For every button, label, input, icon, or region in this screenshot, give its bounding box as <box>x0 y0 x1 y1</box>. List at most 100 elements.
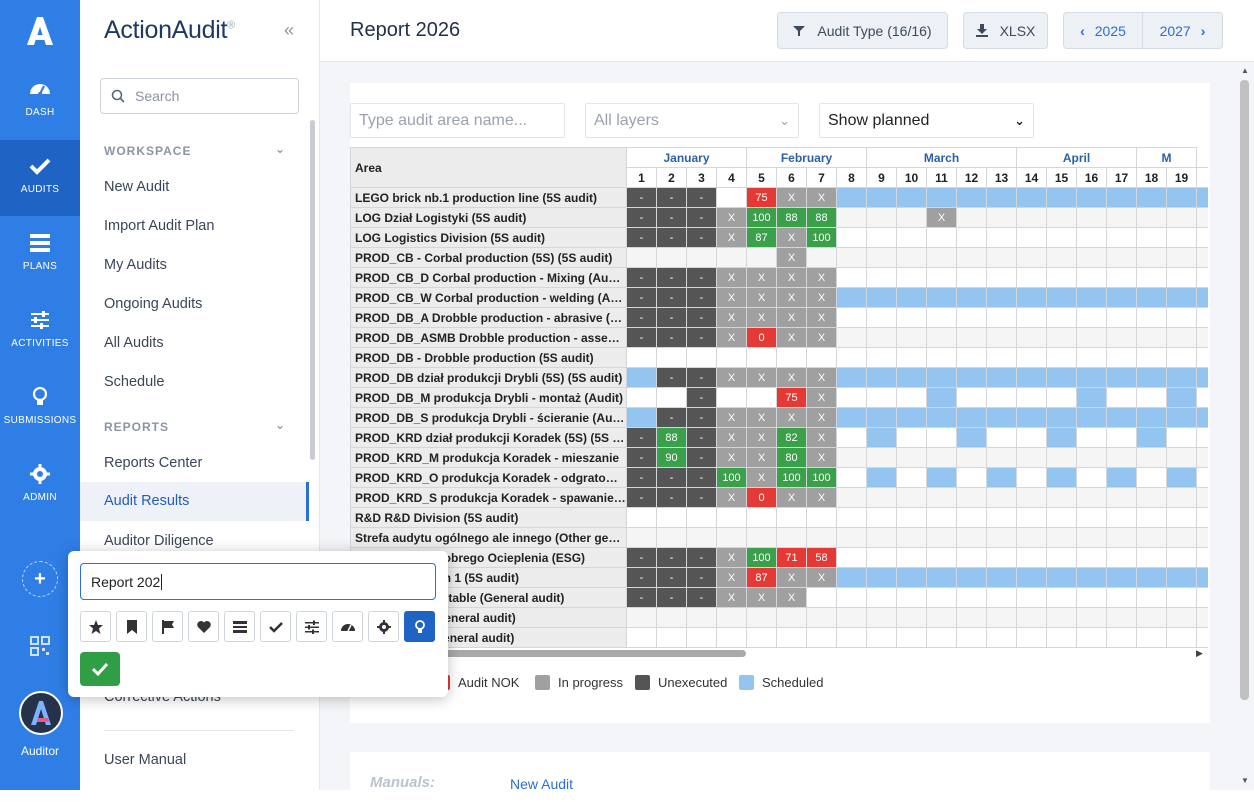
nav-new-audit[interactable]: New Audit <box>104 179 169 195</box>
audit-cell[interactable]: X <box>806 567 837 588</box>
prev-year-button[interactable]: ‹ 2025 <box>1063 12 1143 49</box>
audit-cell[interactable]: - <box>686 487 717 508</box>
area-name[interactable]: LEGO brick nb.1 production line (5S audi… <box>350 187 627 208</box>
audit-cell[interactable]: - <box>686 227 717 248</box>
audit-cell[interactable] <box>1076 567 1107 588</box>
shortcut-name-input[interactable]: Report 202 <box>80 563 436 600</box>
audit-cell[interactable]: - <box>686 407 717 428</box>
audit-cell[interactable]: 87 <box>746 227 777 248</box>
dashboard-icon-option[interactable] <box>332 611 363 642</box>
audit-cell[interactable]: X <box>776 187 807 208</box>
audit-cell[interactable]: - <box>656 567 687 588</box>
audit-cell[interactable]: X <box>776 287 807 308</box>
audit-cell[interactable]: - <box>686 207 717 228</box>
audit-cell[interactable] <box>896 287 927 308</box>
add-shortcut-button[interactable]: + <box>22 561 58 597</box>
area-name[interactable]: PROD_DB_M produkcja Drybli - montaż (Aud… <box>350 387 627 408</box>
audit-cell[interactable]: - <box>686 327 717 348</box>
audit-cell[interactable] <box>926 287 957 308</box>
nav-auditor-diligence[interactable]: Auditor Diligence <box>104 533 214 549</box>
area-name[interactable]: PROD_CB - Corbal production (5S) (5S aud… <box>350 247 627 268</box>
star-icon-option[interactable] <box>80 611 111 642</box>
audit-cell[interactable] <box>986 567 1017 588</box>
area-name[interactable]: PROD_CB_W Corbal production - welding (A… <box>350 287 627 308</box>
audit-cell[interactable]: X <box>716 307 747 328</box>
area-name[interactable]: Strefa audytu ogólnego ale innego (Other… <box>350 527 627 548</box>
audit-cell[interactable]: - <box>656 547 687 568</box>
heart-icon-option[interactable] <box>188 611 219 642</box>
scroll-right-icon[interactable]: ▶ <box>1196 648 1203 659</box>
audit-cell[interactable]: 90 <box>656 447 687 468</box>
audit-cell[interactable]: X <box>746 287 777 308</box>
nav-audit-results[interactable]: Audit Results <box>80 482 309 521</box>
area-name[interactable]: PROD_DB dział produkcji Drybli (5S) (5S … <box>350 367 627 388</box>
audit-cell[interactable] <box>956 367 987 388</box>
area-name[interactable]: PROD_KRD_O produkcja Koradek - odgratowa… <box>350 467 627 488</box>
area-name[interactable]: PROD_KRD_S produkcja Koradek - spawanie … <box>350 487 627 508</box>
audit-cell[interactable]: X <box>806 287 837 308</box>
audit-cell[interactable] <box>1166 387 1197 408</box>
audit-cell[interactable]: - <box>656 587 687 608</box>
audit-cell[interactable]: 80 <box>776 447 807 468</box>
audit-cell[interactable]: - <box>686 427 717 448</box>
audit-cell[interactable] <box>986 407 1017 428</box>
audit-cell[interactable] <box>896 187 927 208</box>
audit-cell[interactable]: X <box>806 187 837 208</box>
confirm-shortcut-button[interactable] <box>80 652 120 686</box>
audit-cell[interactable] <box>1136 407 1167 428</box>
audit-cell[interactable] <box>956 187 987 208</box>
vertical-scrollbar[interactable] <box>1240 80 1249 700</box>
audit-cell[interactable]: 71 <box>776 547 807 568</box>
audit-cell[interactable]: X <box>776 567 807 588</box>
audit-cell[interactable]: - <box>686 267 717 288</box>
bookmark-icon-option[interactable] <box>116 611 147 642</box>
audit-cell[interactable] <box>1136 287 1167 308</box>
audit-cell[interactable]: 82 <box>776 427 807 448</box>
audit-cell[interactable]: - <box>686 447 717 468</box>
audit-cell[interactable] <box>836 187 867 208</box>
collapse-sidebar-icon[interactable]: « <box>284 20 294 41</box>
audit-cell[interactable]: - <box>626 307 657 328</box>
audit-cell[interactable] <box>1166 187 1197 208</box>
audit-cell[interactable] <box>956 567 987 588</box>
audit-cell[interactable]: X <box>716 587 747 608</box>
audit-cell[interactable] <box>836 287 867 308</box>
audit-cell[interactable]: 87 <box>746 567 777 588</box>
audit-cell[interactable] <box>926 367 957 388</box>
rail-item-audits[interactable]: AUDITS <box>0 140 80 216</box>
audit-cell[interactable] <box>986 187 1017 208</box>
audit-cell[interactable]: 0 <box>746 327 777 348</box>
audit-cell[interactable]: X <box>776 307 807 328</box>
sliders-icon-option[interactable] <box>296 611 327 642</box>
audit-cell[interactable]: - <box>656 227 687 248</box>
area-name[interactable]: R&D R&D Division (5S audit) <box>350 507 627 528</box>
audit-cell[interactable]: X <box>746 587 777 608</box>
audit-cell[interactable] <box>866 287 897 308</box>
audit-cell[interactable]: - <box>656 267 687 288</box>
rail-item-submissions[interactable]: SUBMISSIONS <box>0 371 80 447</box>
audit-cell[interactable] <box>1106 367 1137 388</box>
lightbulb-icon-option[interactable] <box>404 611 435 642</box>
audit-cell[interactable]: X <box>716 447 747 468</box>
audit-cell[interactable]: - <box>626 227 657 248</box>
audit-cell[interactable] <box>866 467 897 488</box>
rail-item-admin[interactable]: ADMIN <box>0 448 80 524</box>
audit-cell[interactable]: - <box>626 287 657 308</box>
scroll-down-icon[interactable]: ▼ <box>1241 776 1249 785</box>
audit-cell[interactable] <box>626 407 657 428</box>
audit-cell[interactable]: - <box>626 567 657 588</box>
audit-cell[interactable] <box>926 467 957 488</box>
nav-my-audits[interactable]: My Audits <box>104 257 167 273</box>
audit-cell[interactable]: X <box>806 307 837 328</box>
audit-cell[interactable]: X <box>716 207 747 228</box>
area-search-input[interactable]: Type audit area name... <box>350 103 565 138</box>
audit-cell[interactable]: X <box>806 407 837 428</box>
audit-cell[interactable]: - <box>626 207 657 228</box>
audit-cell[interactable] <box>1076 287 1107 308</box>
audit-cell[interactable] <box>1076 387 1107 408</box>
flag-icon-option[interactable] <box>152 611 183 642</box>
audit-cell[interactable]: X <box>776 587 807 608</box>
audit-cell[interactable]: X <box>776 407 807 428</box>
audit-cell[interactable]: - <box>656 467 687 488</box>
audit-cell[interactable] <box>1046 287 1077 308</box>
